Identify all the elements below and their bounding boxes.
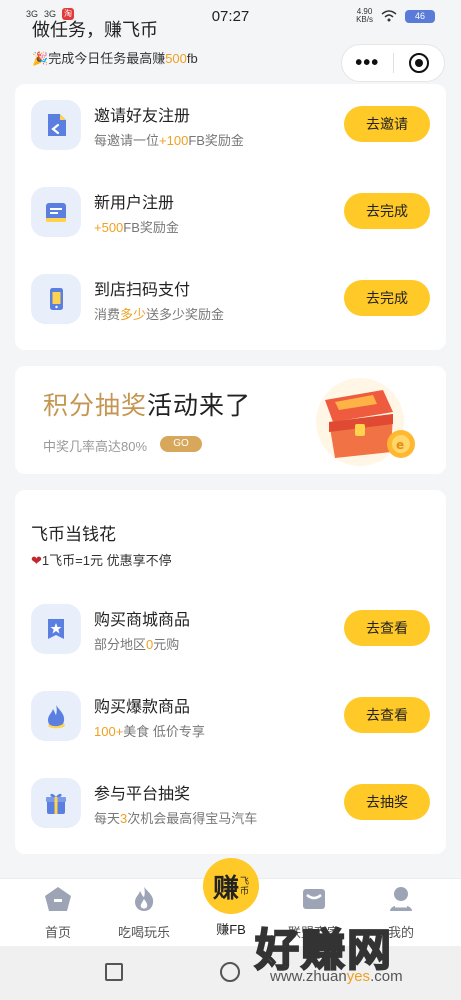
spend-row-hot: 购买爆款商品 100+美食 低价专享 去查看 bbox=[15, 685, 446, 745]
lottery-subtitle: 中奖几率高达80% bbox=[43, 439, 148, 454]
user-icon bbox=[390, 887, 412, 911]
task-row-scan-pay: 到店扫码支付 消费多少送多少奖励金 去完成 bbox=[15, 268, 446, 328]
task-row-invite: 邀请好友注册 每邀请一位+100FB奖励金 去邀请 bbox=[15, 94, 446, 154]
gift-box-icon bbox=[31, 778, 81, 828]
heart-icon: ❤ bbox=[31, 553, 42, 568]
task-desc: 每邀请一位+100FB奖励金 bbox=[94, 133, 244, 148]
lottery-go-button[interactable]: GO bbox=[160, 436, 202, 452]
recent-apps-button[interactable] bbox=[105, 963, 123, 981]
task-card: 邀请好友注册 每邀请一位+100FB奖励金 去邀请 新用户注册 +500FB奖励… bbox=[15, 84, 446, 350]
more-menu-button[interactable]: ••• bbox=[342, 52, 393, 75]
spend-desc: 100+美食 低价专享 bbox=[94, 724, 205, 739]
view-hot-button[interactable]: 去查看 bbox=[344, 697, 430, 733]
flame-icon bbox=[31, 691, 81, 741]
spend-desc: 部分地区0元购 bbox=[94, 637, 180, 652]
spend-desc: 每天3次机会最高得宝马汽车 bbox=[94, 811, 258, 826]
page-header: 做任务，赚飞币 🎉完成今日任务最高赚500fb bbox=[32, 16, 198, 67]
task-row-register: 新用户注册 +500FB奖励金 去完成 bbox=[15, 181, 446, 241]
wifi-icon bbox=[381, 10, 397, 22]
mini-program-capsule: ••• bbox=[341, 44, 445, 82]
join-lottery-button[interactable]: 去抽奖 bbox=[344, 784, 430, 820]
spend-row-store: 购买商城商品 部分地区0元购 去查看 bbox=[15, 598, 446, 658]
spend-title-item: 购买商城商品 bbox=[94, 612, 191, 629]
view-store-button[interactable]: 去查看 bbox=[344, 610, 430, 646]
task-title: 到店扫码支付 bbox=[94, 282, 191, 299]
spend-title: 飞币当钱花 bbox=[31, 525, 116, 544]
tab-home-label: 首页 bbox=[44, 925, 71, 940]
shop-icon bbox=[303, 889, 325, 909]
treasure-chest-icon: e bbox=[316, 378, 415, 466]
watermark-url: www.zhuanyes.com bbox=[270, 968, 403, 985]
tab-food[interactable]: 吃喝玩乐 bbox=[104, 885, 184, 941]
home-icon bbox=[45, 887, 71, 911]
phone-pay-icon bbox=[31, 274, 81, 324]
earn-logo-main: 赚 bbox=[212, 872, 239, 903]
register-complete-button[interactable]: 去完成 bbox=[344, 193, 430, 229]
store-bag-icon bbox=[31, 604, 81, 654]
scan-pay-complete-button[interactable]: 去完成 bbox=[344, 280, 430, 316]
earn-logo-small: 飞 币 bbox=[240, 876, 250, 896]
net-speed: 4.90 KB/s bbox=[356, 7, 373, 24]
svg-text:e: e bbox=[396, 438, 404, 452]
invite-icon bbox=[31, 100, 81, 150]
party-popper-icon: 🎉 bbox=[32, 51, 49, 66]
task-title: 新用户注册 bbox=[94, 195, 175, 212]
page-title: 做任务，赚飞币 bbox=[32, 20, 158, 40]
tab-home[interactable]: 首页 bbox=[18, 885, 98, 941]
battery-indicator: 46 bbox=[405, 9, 435, 23]
register-icon bbox=[31, 187, 81, 237]
spend-card: 飞币当钱花 ❤1飞币=1元 优惠享不停 购买商城商品 部分地区0元购 去查看 购… bbox=[15, 490, 446, 854]
page-subtitle: 🎉完成今日任务最高赚500fb bbox=[32, 51, 198, 66]
home-nav-button[interactable] bbox=[220, 962, 240, 982]
spend-subtitle: ❤1飞币=1元 优惠享不停 bbox=[31, 553, 172, 568]
task-title: 邀请好友注册 bbox=[94, 108, 191, 125]
invite-button[interactable]: 去邀请 bbox=[344, 106, 430, 142]
lottery-banner[interactable]: 积分抽奖活动来了 中奖几率高达80% GO e bbox=[15, 366, 446, 474]
task-desc: 消费多少送多少奖励金 bbox=[94, 307, 225, 322]
lottery-title: 积分抽奖活动来了 bbox=[43, 392, 252, 420]
spend-title-item: 购买爆款商品 bbox=[94, 699, 191, 716]
spend-title-item: 参与平台抽奖 bbox=[94, 786, 191, 803]
spend-row-lottery: 参与平台抽奖 每天3次机会最高得宝马汽车 去抽奖 bbox=[15, 772, 446, 832]
status-right: 4.90 KB/s 46 bbox=[356, 8, 435, 24]
task-desc: +500FB奖励金 bbox=[94, 220, 179, 235]
earn-fb-center-button[interactable]: 赚 飞 币 bbox=[203, 858, 259, 914]
tab-food-label: 吃喝玩乐 bbox=[117, 925, 170, 940]
flame-tab-icon bbox=[135, 887, 154, 911]
target-circle-icon bbox=[408, 53, 429, 73]
close-miniprogram-button[interactable] bbox=[393, 53, 444, 73]
